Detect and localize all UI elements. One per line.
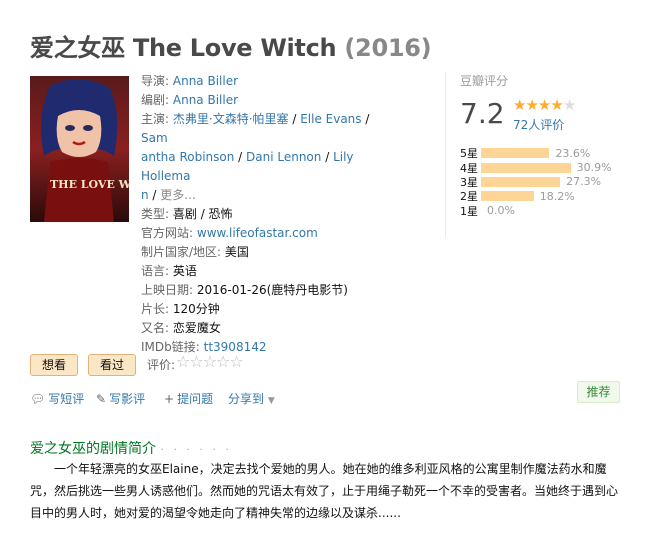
chevron-down-icon: ▼ — [267, 396, 275, 406]
comment-icon: 💬︎ — [30, 392, 46, 406]
recommend-button[interactable]: 推荐 — [577, 381, 620, 403]
movie-poster[interactable]: THE LOVE WITCH — [30, 76, 129, 222]
movie-info: 导演: Anna Biller 编剧: Anna Biller 主演: 杰弗里·… — [141, 72, 393, 357]
want-to-watch-button[interactable]: 想看 — [30, 354, 78, 376]
ask-question[interactable]: + 提问题 — [164, 390, 213, 407]
intro-text: 一个年轻漂亮的女巫Elaine，决定去找个爱她的男人。她在她的维多利亚风格的公寓… — [30, 462, 619, 520]
release-value: 2016-01-26(鹿特丹电影节) — [196, 283, 348, 297]
aka-value: 恋爱魔女 — [172, 321, 221, 335]
rate-stars[interactable]: ☆☆☆☆☆ — [176, 352, 244, 371]
star-outline-icon[interactable]: ☆ — [176, 352, 190, 371]
star-icon: ★ — [525, 96, 538, 114]
rating-panel: 豆瓣评分 7.2 ★★★★★ 72人评价 5星 23.6% 4星 30.9% 3星 27.… — [445, 72, 635, 237]
rating-bar-percent: 0.0% — [487, 204, 515, 218]
rating-bar-percent: 23.6% — [555, 146, 591, 160]
genre-row: 类型: 喜剧 / 恐怖 — [141, 207, 233, 221]
rating-bar — [481, 162, 571, 173]
director-row: 导演: Anna Biller — [141, 74, 239, 88]
watched-button[interactable]: 看过 — [88, 354, 136, 376]
cast-link[interactable]: 杰弗里·文森特·帕里塞 — [173, 112, 289, 126]
poster-text: THE LOVE WITCH — [50, 178, 129, 191]
star-icon: ★ — [513, 96, 526, 114]
genre-value: 喜剧 / 恐怖 — [172, 207, 233, 221]
rating-stars: ★★★★★ — [513, 96, 576, 114]
rating-title: 豆瓣评分 — [460, 74, 509, 88]
rate-label: 评价: — [147, 358, 176, 372]
rating-bar-percent: 18.2% — [539, 189, 575, 203]
star-outline-icon[interactable]: ☆ — [216, 352, 230, 371]
star-icon: ★ — [550, 96, 563, 114]
rating-bar — [481, 176, 561, 187]
heading-dots: · · · · · · — [160, 443, 232, 456]
write-review[interactable]: ✎ 写影评 — [96, 390, 145, 407]
aka-row: 又名: 恋爱魔女 — [141, 321, 221, 335]
cast-link[interactable]: Sam — [141, 131, 168, 145]
rating-bar-row: 4星 30.9% — [460, 160, 612, 175]
cast-link[interactable]: Dani Lennon — [246, 150, 321, 164]
director-link[interactable]: Anna Biller — [173, 74, 238, 88]
rating-bar — [481, 191, 534, 202]
release-row: 上映日期: 2016-01-26(鹿特丹电影节) — [141, 283, 348, 297]
share-dropdown[interactable]: 分享到 ▼ — [228, 390, 275, 407]
star-outline-icon[interactable]: ☆ — [189, 352, 203, 371]
star-outline-icon[interactable]: ☆ — [203, 352, 217, 371]
rating-distribution: 5星 23.6% 4星 30.9% 3星 27.3% 2星 18.2% 1星 0.0% — [460, 146, 612, 218]
rating-bar-row: 5星 23.6% — [460, 146, 612, 161]
cast-row: 主演: 杰弗里·文森特·帕里塞 / Elle Evans / Sam antha… — [141, 112, 370, 202]
rating-bar-label: 1星 — [460, 204, 478, 218]
site-row: 官方网站: www.lifeofastar.com — [141, 226, 318, 240]
language-row: 语言: 英语 — [141, 264, 197, 278]
title-en: The Love Witch — [132, 34, 337, 62]
rating-bar-percent: 27.3% — [566, 175, 602, 189]
rating-bar-row: 3星 27.3% — [460, 175, 612, 189]
language-value: 英语 — [172, 264, 197, 278]
rating-bar — [481, 148, 550, 159]
write-short-review[interactable]: 💬︎ 写短评 — [30, 390, 84, 407]
poster-image: THE LOVE WITCH — [30, 76, 129, 222]
official-site-link[interactable]: www.lifeofastar.com — [197, 226, 318, 240]
title-cn: 爱之女巫 — [30, 34, 125, 62]
cast-more-link[interactable]: 更多... — [160, 188, 195, 202]
pencil-icon: ✎ — [96, 392, 107, 406]
runtime-value: 120分钟 — [172, 302, 220, 316]
rating-bar-percent: 30.9% — [576, 161, 612, 175]
cast-link[interactable]: antha Robinson — [141, 150, 234, 164]
rating-count-link[interactable]: 72人评价 — [513, 116, 564, 133]
page-title: 爱之女巫 The Love Witch (2016) — [30, 28, 432, 63]
rating-bar-row: 2星 18.2% — [460, 189, 612, 204]
runtime-row: 片长: 120分钟 — [141, 302, 220, 316]
star-icon: ★ — [537, 96, 551, 114]
writer-link[interactable]: Anna Biller — [173, 93, 238, 107]
intro-heading: 爱之女巫的剧情简介 · · · · · · — [30, 441, 232, 457]
title-year: (2016) — [344, 34, 432, 62]
star-icon: ★ — [562, 96, 576, 114]
cast-link[interactable]: Elle Evans — [300, 112, 361, 126]
country-row: 制片国家/地区: 美国 — [141, 245, 249, 259]
cast-link[interactable]: n — [141, 188, 149, 202]
rating-bar-row: 1星 0.0% — [460, 204, 612, 218]
star-outline-icon[interactable]: ☆ — [229, 352, 243, 371]
plus-icon: + — [164, 392, 175, 406]
country-value: 美国 — [224, 245, 249, 259]
rating-score: 7.2 — [460, 97, 505, 130]
writer-row: 编剧: Anna Biller — [141, 93, 239, 107]
